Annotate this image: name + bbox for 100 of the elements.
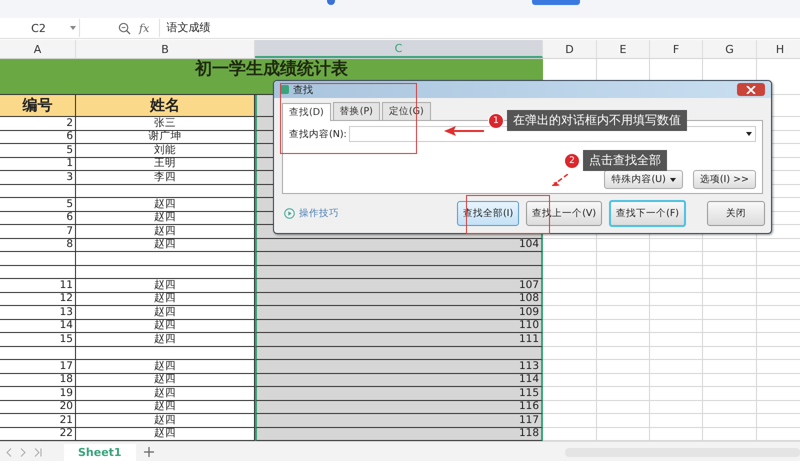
- table-cell: 赵四: [76, 292, 255, 306]
- table-cell: [543, 320, 597, 333]
- table-cell: 13: [0, 306, 76, 320]
- status-icon: [327, 0, 335, 5]
- table-cell: 5: [0, 144, 76, 158]
- dialog-tab[interactable]: 替换(P): [332, 102, 380, 120]
- table-cell: 张三: [76, 117, 255, 130]
- table-cell: 110: [255, 320, 543, 333]
- table-cell: [597, 360, 650, 374]
- table-cell: [703, 374, 757, 387]
- table-cell: 8: [0, 238, 76, 252]
- table-cell: [543, 360, 597, 374]
- table-cell: [543, 306, 597, 320]
- dialog-button[interactable]: 查找下一个(F): [609, 200, 686, 227]
- close-button[interactable]: [737, 83, 765, 96]
- table-cell: 赵四: [76, 306, 255, 320]
- table-cell: 李四: [76, 171, 255, 184]
- caret-icon[interactable]: [70, 26, 76, 30]
- table-cell: [543, 414, 597, 428]
- table-cell: [650, 360, 703, 374]
- table-cell: 赵四: [76, 333, 255, 346]
- table-cell: 7: [0, 225, 76, 238]
- table-cell: 12: [0, 292, 76, 306]
- table-cell: 赵四: [76, 198, 255, 212]
- table-cell: [597, 333, 650, 346]
- callout: 点击查找全部: [583, 150, 667, 171]
- table-cell: [597, 400, 650, 414]
- table-cell: [650, 306, 703, 320]
- pointer-arrow: [552, 174, 568, 186]
- next-sheet-icon[interactable]: [20, 448, 26, 456]
- table-cell: 赵四: [76, 414, 255, 428]
- table-cell: [703, 279, 757, 292]
- table-cell: 5: [0, 198, 76, 212]
- table-cell: [703, 306, 757, 320]
- dialog-button[interactable]: 关闭: [707, 201, 765, 226]
- table-cell: 赵四: [76, 374, 255, 387]
- column-header[interactable]: G: [703, 40, 757, 58]
- table-cell: 113: [255, 360, 543, 374]
- table-cell: 刘能: [76, 144, 255, 158]
- zoom-icon[interactable]: [118, 22, 131, 34]
- function-label[interactable]: fx: [139, 22, 150, 34]
- column-header[interactable]: H: [757, 40, 800, 58]
- previous-sheet-icon[interactable]: [6, 448, 12, 456]
- close-icon: [746, 86, 756, 94]
- table-cell: 赵四: [76, 238, 255, 252]
- table-cell: [543, 374, 597, 387]
- table-cell: [650, 292, 703, 306]
- tips-link[interactable]: 操作技巧: [299, 207, 339, 220]
- table-cell: 11: [0, 279, 76, 292]
- table-cell: [597, 346, 650, 360]
- table-cell: 王明: [76, 158, 255, 171]
- special-content-button[interactable]: 特殊内容(U): [604, 170, 683, 189]
- formula-field[interactable]: 语文成绩: [159, 19, 800, 37]
- table-cell: [543, 252, 597, 266]
- header-cell: 编号: [0, 95, 76, 117]
- table-cell: [543, 387, 597, 400]
- table-cell: [597, 320, 650, 333]
- table-cell: 1: [0, 158, 76, 171]
- table-cell: [597, 292, 650, 306]
- name-box[interactable]: C2: [0, 19, 80, 37]
- table-cell: [543, 333, 597, 346]
- table-cell: 19: [0, 387, 76, 400]
- dropdown-icon[interactable]: [746, 132, 752, 136]
- table-cell: [703, 238, 757, 252]
- dialog-tab[interactable]: 查找(D): [282, 103, 331, 121]
- table-cell: [703, 252, 757, 266]
- table-cell: 赵四: [76, 360, 255, 374]
- column-header[interactable]: A: [0, 40, 76, 58]
- table-cell: [543, 266, 597, 279]
- add-sheet-icon[interactable]: [144, 447, 154, 457]
- table-cell: 18: [0, 374, 76, 387]
- field-label: 查找内容(N):: [289, 128, 347, 140]
- table-cell: 赵四: [76, 320, 255, 333]
- table-cell: 111: [255, 333, 543, 346]
- table-cell: 15: [0, 333, 76, 346]
- column-header[interactable]: F: [650, 40, 703, 58]
- pointer-arrow: [444, 126, 484, 136]
- table-cell: [703, 292, 757, 306]
- callout: 在弹出的对话框内不用填写数值: [507, 110, 687, 131]
- table-cell: [597, 374, 650, 387]
- table-cell: [703, 387, 757, 400]
- table-cell: [650, 252, 703, 266]
- column-header[interactable]: D: [543, 40, 597, 58]
- table-cell: 115: [255, 387, 543, 400]
- column-header[interactable]: E: [597, 40, 650, 58]
- table-cell: [543, 400, 597, 414]
- table-cell: 104: [255, 238, 543, 252]
- table-cell: [703, 400, 757, 414]
- table-cell: 17: [0, 360, 76, 374]
- table-cell: [650, 414, 703, 428]
- table-cell: [597, 266, 650, 279]
- table-cell: 6: [0, 212, 76, 225]
- table-cell: 108: [255, 292, 543, 306]
- caret-icon: [670, 178, 676, 182]
- last-sheet-icon[interactable]: [34, 448, 42, 456]
- table-cell: 2: [0, 117, 76, 130]
- table-cell: 114: [255, 374, 543, 387]
- table-cell: [650, 320, 703, 333]
- options-button[interactable]: 选项(I) >>: [692, 170, 756, 189]
- table-cell: [597, 279, 650, 292]
